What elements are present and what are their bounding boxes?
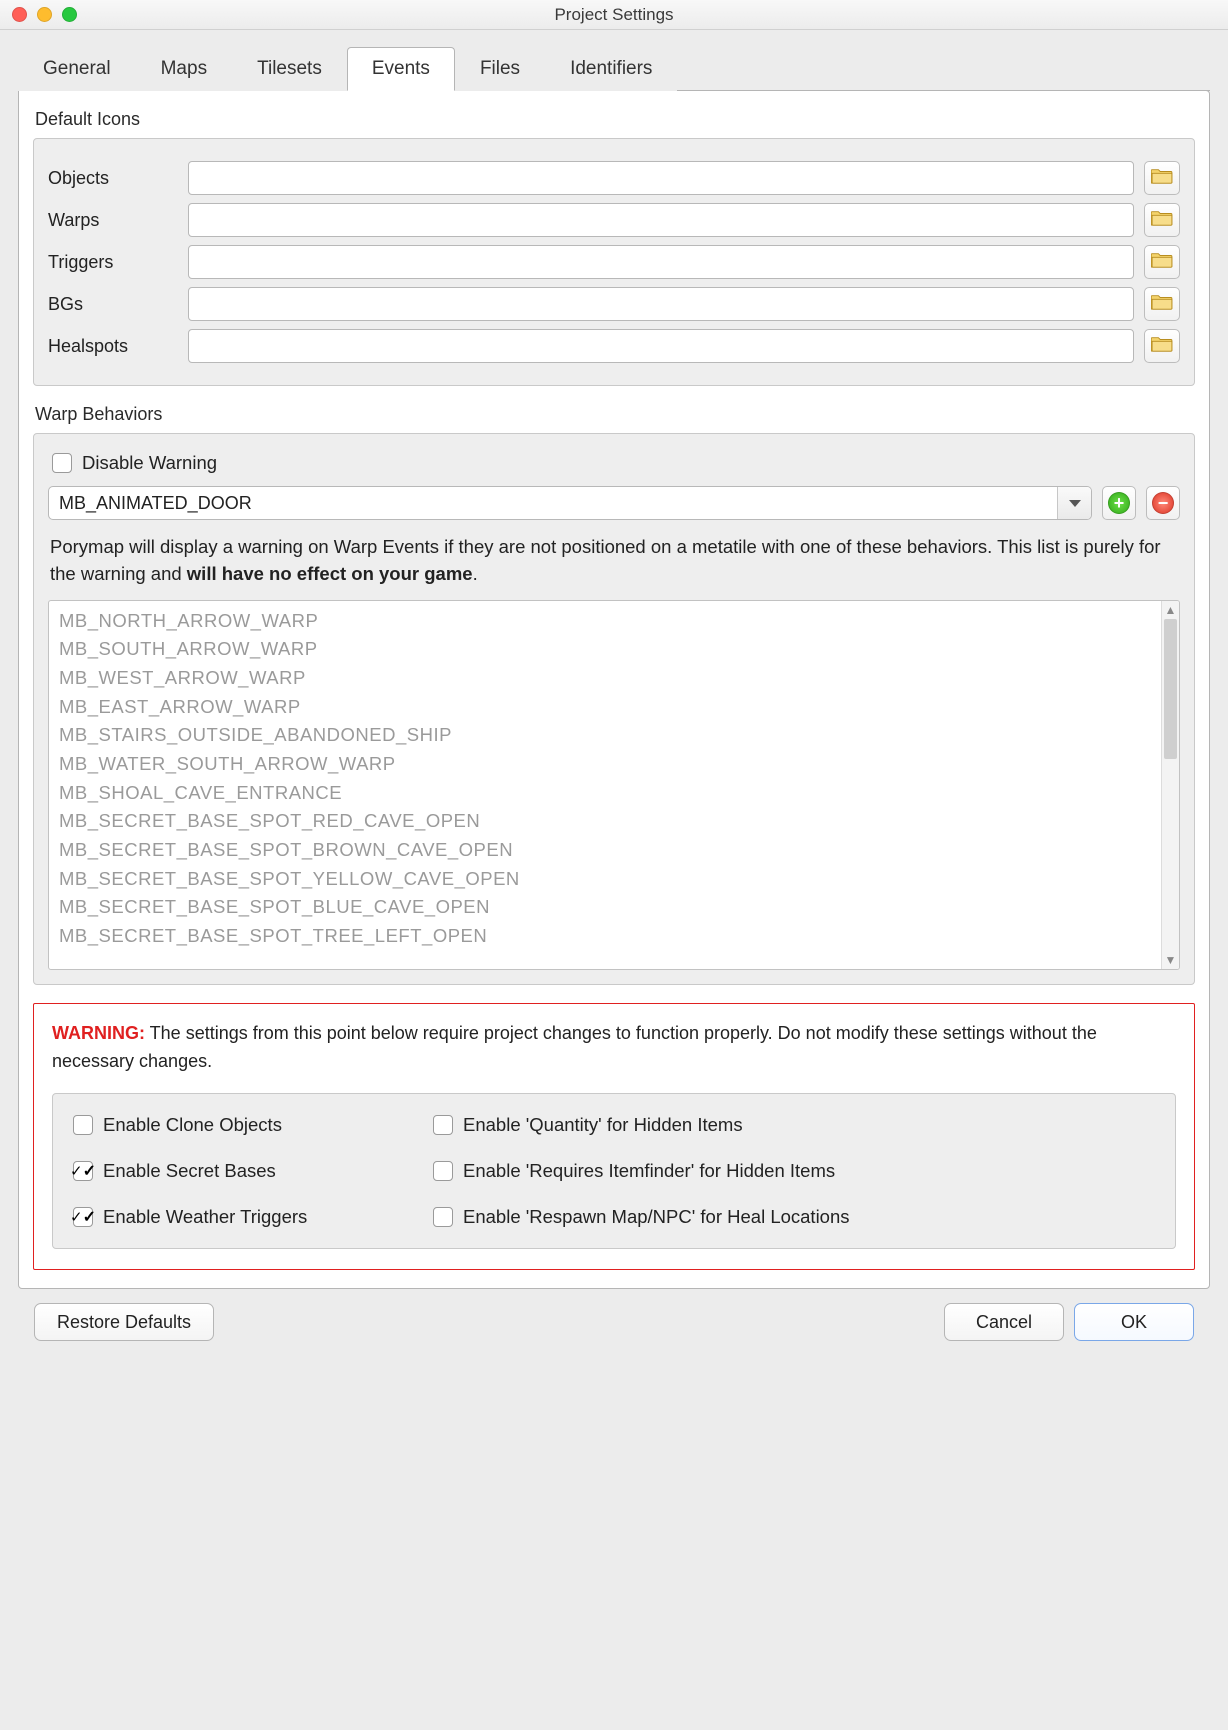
feature-flag-checkbox[interactable]: ✓ (73, 1207, 93, 1227)
restore-defaults-button[interactable]: Restore Defaults (34, 1303, 214, 1341)
browse-button-bgs[interactable] (1144, 287, 1180, 321)
scroll-thumb[interactable] (1164, 619, 1177, 759)
browse-button-triggers[interactable] (1144, 245, 1180, 279)
plus-icon: + (1108, 492, 1130, 514)
folder-icon (1151, 167, 1173, 189)
feature-flag-label: Enable Clone Objects (103, 1114, 282, 1136)
default-icons-label: Default Icons (35, 109, 1195, 130)
default-icons-group: Objects Warps Triggers BGs Healspots (33, 138, 1195, 386)
folder-icon (1151, 335, 1173, 357)
warp-behavior-combobox-value: MB_ANIMATED_DOOR (49, 487, 1057, 519)
feature-flag: Enable Clone Objects (73, 1114, 423, 1136)
disable-warning-checkbox[interactable] (52, 453, 72, 473)
minus-icon: − (1152, 492, 1174, 514)
list-item[interactable]: MB_SOUTH_ARROW_WARP (59, 635, 1169, 664)
tab-identifiers[interactable]: Identifiers (545, 47, 677, 91)
list-item[interactable]: MB_STAIRS_OUTSIDE_ABANDONED_SHIP (59, 721, 1169, 750)
tab-general[interactable]: General (18, 47, 136, 91)
tab-bar: General Maps Tilesets Events Files Ident… (18, 46, 1210, 91)
browse-button-warps[interactable] (1144, 203, 1180, 237)
default-icon-row: Objects (48, 161, 1180, 195)
list-item[interactable]: MB_SECRET_BASE_SPOT_RED_CAVE_OPEN (59, 807, 1169, 836)
feature-flag-checkbox[interactable] (433, 1161, 453, 1181)
list-item[interactable]: MB_NORTH_ARROW_WARP (59, 607, 1169, 636)
feature-flag: ✓ Enable Secret Bases (73, 1160, 423, 1182)
warp-behaviors-group: Disable Warning MB_ANIMATED_DOOR + − Por… (33, 433, 1195, 985)
browse-button-healspots[interactable] (1144, 329, 1180, 363)
window-title: Project Settings (0, 5, 1228, 25)
feature-flag-checkbox[interactable] (433, 1115, 453, 1135)
feature-flag-label: Enable 'Quantity' for Hidden Items (463, 1114, 743, 1136)
default-icon-input-bgs[interactable] (188, 287, 1134, 321)
warp-behaviors-list[interactable]: MB_NORTH_ARROW_WARPMB_SOUTH_ARROW_WARPMB… (48, 600, 1180, 970)
default-icon-row: Healspots (48, 329, 1180, 363)
feature-flag: Enable 'Respawn Map/NPC' for Heal Locati… (433, 1206, 1155, 1228)
folder-icon (1151, 209, 1173, 231)
feature-flag: Enable 'Requires Itemfinder' for Hidden … (433, 1160, 1155, 1182)
default-icon-label: BGs (48, 294, 178, 315)
warp-behavior-combobox[interactable]: MB_ANIMATED_DOOR (48, 486, 1092, 520)
tab-panel-events: Default Icons Objects Warps Triggers BGs Hea… (18, 90, 1210, 1289)
list-item[interactable]: MB_SECRET_BASE_SPOT_BLUE_CAVE_OPEN (59, 893, 1169, 922)
list-item[interactable]: MB_WEST_ARROW_WARP (59, 664, 1169, 693)
list-item[interactable]: MB_SECRET_BASE_SPOT_TREE_LEFT_OPEN (59, 922, 1169, 951)
scroll-down-icon[interactable]: ▼ (1162, 951, 1179, 969)
feature-flag: ✓ Enable Weather Triggers (73, 1206, 423, 1228)
default-icon-row: Triggers (48, 245, 1180, 279)
list-item[interactable]: MB_WATER_SOUTH_ARROW_WARP (59, 750, 1169, 779)
folder-icon (1151, 293, 1173, 315)
feature-flag-label: Enable 'Respawn Map/NPC' for Heal Locati… (463, 1206, 850, 1228)
feature-flag-checkbox[interactable] (433, 1207, 453, 1227)
scroll-up-icon[interactable]: ▲ (1162, 601, 1179, 619)
feature-flag-checkbox[interactable] (73, 1115, 93, 1135)
tab-maps[interactable]: Maps (136, 47, 232, 91)
default-icon-label: Warps (48, 210, 178, 231)
default-icon-input-healspots[interactable] (188, 329, 1134, 363)
feature-flag-label: Enable Weather Triggers (103, 1206, 307, 1228)
warning-text: WARNING: The settings from this point be… (52, 1020, 1176, 1076)
list-item[interactable]: MB_EAST_ARROW_WARP (59, 693, 1169, 722)
ok-button[interactable]: OK (1074, 1303, 1194, 1341)
default-icon-input-triggers[interactable] (188, 245, 1134, 279)
disable-warning-label: Disable Warning (82, 452, 217, 474)
list-item[interactable]: MB_SECRET_BASE_SPOT_YELLOW_CAVE_OPEN (59, 865, 1169, 894)
default-icon-label: Triggers (48, 252, 178, 273)
list-item[interactable]: MB_SECRET_BASE_SPOT_BROWN_CAVE_OPEN (59, 836, 1169, 865)
dialog-footer: Restore Defaults Cancel OK (18, 1289, 1210, 1341)
add-warp-behavior-button[interactable]: + (1102, 486, 1136, 520)
feature-flag: Enable 'Quantity' for Hidden Items (433, 1114, 1155, 1136)
default-icon-row: BGs (48, 287, 1180, 321)
warp-behaviors-description: Porymap will display a warning on Warp E… (50, 534, 1178, 588)
default-icon-label: Healspots (48, 336, 178, 357)
default-icon-input-warps[interactable] (188, 203, 1134, 237)
cancel-button[interactable]: Cancel (944, 1303, 1064, 1341)
tab-files[interactable]: Files (455, 47, 545, 91)
feature-flag-label: Enable Secret Bases (103, 1160, 276, 1182)
default-icon-row: Warps (48, 203, 1180, 237)
feature-flag-label: Enable 'Requires Itemfinder' for Hidden … (463, 1160, 835, 1182)
list-item[interactable]: MB_SHOAL_CAVE_ENTRANCE (59, 779, 1169, 808)
warning-panel: WARNING: The settings from this point be… (33, 1003, 1195, 1271)
scrollbar[interactable]: ▲ ▼ (1161, 601, 1179, 969)
default-icon-label: Objects (48, 168, 178, 189)
tab-events[interactable]: Events (347, 47, 455, 91)
feature-flags-group: Enable Clone Objects Enable 'Quantity' fo… (52, 1093, 1176, 1249)
default-icon-input-objects[interactable] (188, 161, 1134, 195)
chevron-down-icon[interactable] (1057, 487, 1091, 519)
browse-button-objects[interactable] (1144, 161, 1180, 195)
folder-icon (1151, 251, 1173, 273)
feature-flag-checkbox[interactable]: ✓ (73, 1161, 93, 1181)
tab-tilesets[interactable]: Tilesets (232, 47, 347, 91)
remove-warp-behavior-button[interactable]: − (1146, 486, 1180, 520)
titlebar: Project Settings (0, 0, 1228, 30)
warp-behaviors-label: Warp Behaviors (35, 404, 1195, 425)
